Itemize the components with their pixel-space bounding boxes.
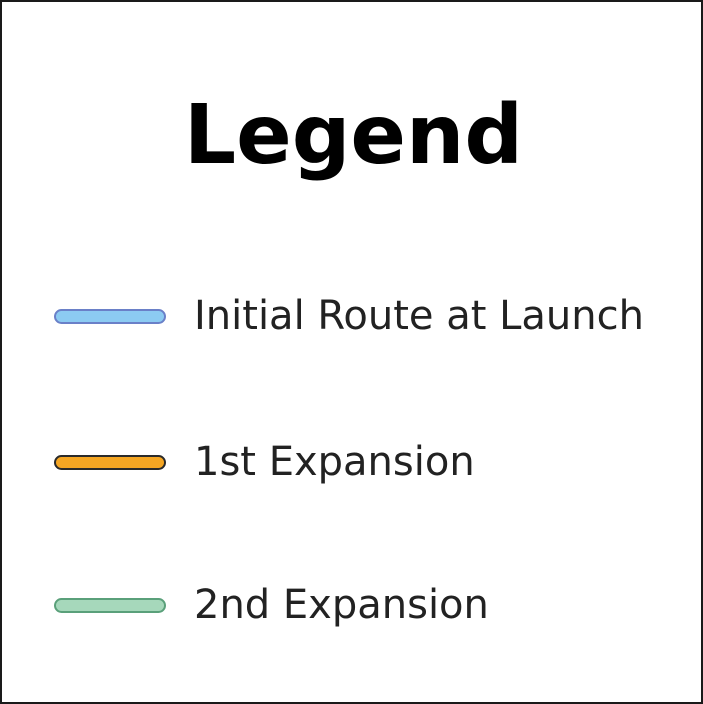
route-line-swatch-icon	[54, 454, 166, 470]
route-line-swatch-icon	[54, 308, 166, 324]
legend-item-first-expansion: 1st Expansion	[54, 432, 475, 492]
legend-item-label: 1st Expansion	[194, 439, 475, 485]
legend-item-label: 2nd Expansion	[194, 582, 489, 628]
legend-item-label: Initial Route at Launch	[194, 293, 644, 339]
route-line-swatch-icon	[54, 597, 166, 613]
legend-item-initial-route: Initial Route at Launch	[54, 286, 644, 346]
legend-panel: Legend Initial Route at Launch 1st Expan…	[0, 0, 703, 704]
legend-title: Legend	[183, 88, 524, 183]
legend-item-second-expansion: 2nd Expansion	[54, 575, 489, 635]
